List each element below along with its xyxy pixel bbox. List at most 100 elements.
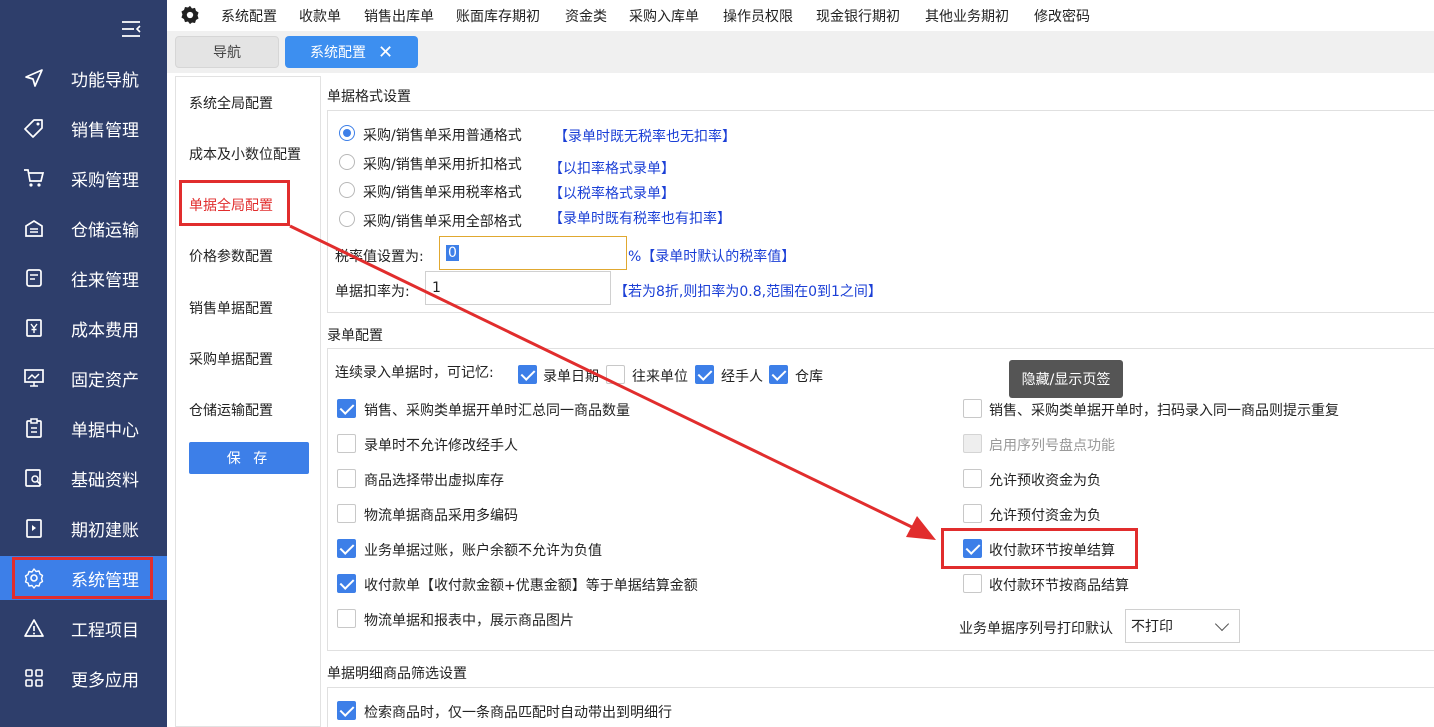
sidebar-item-system[interactable]: 系统管理 xyxy=(0,556,167,600)
sidebar-item-fixed-assets[interactable]: 固定资产 xyxy=(0,356,167,400)
option-note: 【录单时既有税率也有扣率】 xyxy=(549,211,731,227)
discount-label: 单据扣率为: xyxy=(335,284,410,300)
discount-input[interactable]: 1 xyxy=(425,271,611,305)
virtual-stock-checkbox[interactable] xyxy=(337,469,356,488)
settlement-amount-checkbox[interactable] xyxy=(337,574,356,593)
checkbox-label: 启用序列号盘点功能 xyxy=(989,438,1115,454)
sidebar-item-warehouse[interactable]: 仓储运输 xyxy=(0,206,167,250)
sidebar-item-label: 销售管理 xyxy=(71,120,139,141)
sidebar-item-label: 功能导航 xyxy=(71,70,139,91)
config-menu-item[interactable]: 销售单据配置 xyxy=(189,298,273,318)
topmenu-item[interactable]: 账面库存期初 xyxy=(456,6,540,26)
tag-icon xyxy=(23,117,45,139)
settle-by-document-checkbox[interactable] xyxy=(963,539,982,558)
topmenu-item[interactable]: 其他业务期初 xyxy=(925,6,1009,26)
config-menu: 系统全局配置 成本及小数位配置 单据全局配置 价格参数配置 销售单据配置 采购单… xyxy=(175,76,321,727)
remember-partner-checkbox[interactable] xyxy=(606,365,625,384)
settle-by-product-checkbox[interactable] xyxy=(963,574,982,593)
sidebar-item-basic-data[interactable]: 基础资料 xyxy=(0,456,167,500)
settings-gear-icon[interactable] xyxy=(180,5,200,25)
option-note: 【以扣率格式录单】 xyxy=(549,161,675,177)
serial-inventory-checkbox[interactable] xyxy=(963,434,982,453)
sidebar-item-accounts[interactable]: 往来管理 xyxy=(0,256,167,300)
remember-warehouse-checkbox[interactable] xyxy=(769,365,788,384)
sidebar-item-label: 固定资产 xyxy=(71,370,139,391)
show-image-checkbox[interactable] xyxy=(337,609,356,628)
config-menu-item[interactable]: 系统全局配置 xyxy=(189,93,273,113)
monitor-icon xyxy=(23,367,45,389)
option-label: 采购/销售单采用折扣格式 xyxy=(363,157,522,173)
remember-date-checkbox[interactable] xyxy=(518,365,537,384)
sidebar-item-opening[interactable]: 期初建账 xyxy=(0,506,167,550)
checkbox-label: 收付款环节按商品结算 xyxy=(989,578,1129,594)
prepaid-pay-negative-checkbox[interactable] xyxy=(963,504,982,523)
warning-icon xyxy=(23,617,45,639)
merge-quantity-checkbox[interactable] xyxy=(337,399,356,418)
save-button[interactable]: 保 存 xyxy=(189,442,309,474)
close-icon[interactable]: ✕ xyxy=(378,42,393,63)
lock-handler-checkbox[interactable] xyxy=(337,434,356,453)
auto-fill-checkbox[interactable] xyxy=(337,701,356,720)
tab-label: 导航 xyxy=(213,45,241,61)
checkbox-label: 允许预收资金为负 xyxy=(989,473,1101,489)
radio-full-format[interactable] xyxy=(339,211,355,227)
warehouse-icon xyxy=(23,217,45,239)
no-negative-balance-checkbox[interactable] xyxy=(337,539,356,558)
tax-rate-input[interactable]: 0 xyxy=(439,236,627,270)
menu-collapse-icon[interactable] xyxy=(120,20,142,38)
radio-tax-format[interactable] xyxy=(339,182,355,198)
serial-print-select[interactable]: 不打印 xyxy=(1125,609,1240,643)
serial-print-label: 业务单据序列号打印默认 xyxy=(959,621,1113,637)
sidebar-item-function-nav[interactable]: 功能导航 xyxy=(0,56,167,100)
option-note: 【录单时既无税率也无扣率】 xyxy=(554,129,736,145)
checkbox-label: 仓库 xyxy=(795,369,823,385)
config-menu-item[interactable]: 采购单据配置 xyxy=(189,349,273,369)
gear-icon xyxy=(23,567,45,589)
remember-handler-checkbox[interactable] xyxy=(695,365,714,384)
sidebar-item-cost[interactable]: 成本费用 xyxy=(0,306,167,350)
multi-code-checkbox[interactable] xyxy=(337,504,356,523)
chevron-down-icon xyxy=(1214,616,1230,632)
topmenu-item[interactable]: 销售出库单 xyxy=(364,6,434,26)
topmenu-item[interactable]: 收款单 xyxy=(299,6,341,26)
topmenu-item[interactable]: 系统配置 xyxy=(221,6,277,26)
config-menu-item[interactable]: 成本及小数位配置 xyxy=(189,144,301,164)
sidebar-item-label: 工程项目 xyxy=(71,620,139,641)
config-menu-item[interactable]: 仓储运输配置 xyxy=(189,400,273,420)
topmenu-item[interactable]: 操作员权限 xyxy=(723,6,793,26)
search-doc-icon xyxy=(23,467,45,489)
top-menu: 系统配置 收款单 销售出库单 账面库存期初 资金类 采购入库单 操作员权限 现金… xyxy=(167,0,1434,31)
tab-system-config[interactable]: 系统配置 ✕ xyxy=(285,36,418,68)
sidebar-item-label: 基础资料 xyxy=(71,470,139,491)
checkbox-label: 录单时不允许修改经手人 xyxy=(364,438,518,454)
topmenu-item[interactable]: 修改密码 xyxy=(1034,6,1090,26)
ledger-icon xyxy=(23,267,45,289)
config-menu-item-active[interactable]: 单据全局配置 xyxy=(189,195,273,215)
sidebar: 功能导航 销售管理 采购管理 仓储运输 往来管理 成本费用 固定资产 单据中心 … xyxy=(0,0,167,727)
radio-normal-format[interactable] xyxy=(339,125,355,141)
sidebar-item-label: 仓储运输 xyxy=(71,220,139,241)
topmenu-item[interactable]: 资金类 xyxy=(565,6,607,26)
topmenu-item[interactable]: 现金银行期初 xyxy=(816,6,900,26)
sidebar-item-projects[interactable]: 工程项目 xyxy=(0,606,167,650)
sidebar-item-label: 系统管理 xyxy=(71,570,139,591)
scan-duplicate-checkbox[interactable] xyxy=(963,399,982,418)
checkbox-label: 销售、采购类单据开单时，扫码录入同一商品则提示重复 xyxy=(989,403,1339,419)
sidebar-item-document-center[interactable]: 单据中心 xyxy=(0,406,167,450)
sidebar-item-sales[interactable]: 销售管理 xyxy=(0,106,167,150)
config-menu-item[interactable]: 价格参数配置 xyxy=(189,246,273,266)
radio-discount-format[interactable] xyxy=(339,154,355,170)
discount-note: 【若为8折,则扣率为0.8,范围在0到1之间】 xyxy=(614,284,882,300)
sidebar-item-more[interactable]: 更多应用 xyxy=(0,656,167,700)
option-label: 采购/销售单采用税率格式 xyxy=(363,185,522,201)
checkbox-label: 收付款单【收付款金额+优惠金额】等于单据结算金额 xyxy=(364,578,698,594)
sidebar-item-purchase[interactable]: 采购管理 xyxy=(0,156,167,200)
checkbox-label: 录单日期 xyxy=(543,369,599,385)
cart-icon xyxy=(23,167,45,189)
option-label: 采购/销售单采用全部格式 xyxy=(363,214,522,230)
tab-label: 系统配置 xyxy=(309,45,366,61)
prepaid-receive-negative-checkbox[interactable] xyxy=(963,469,982,488)
tab-navigation[interactable]: 导航 xyxy=(175,36,279,68)
topmenu-item[interactable]: 采购入库单 xyxy=(629,6,699,26)
checkbox-label: 检索商品时，仅一条商品匹配时自动带出到明细行 xyxy=(364,705,672,721)
